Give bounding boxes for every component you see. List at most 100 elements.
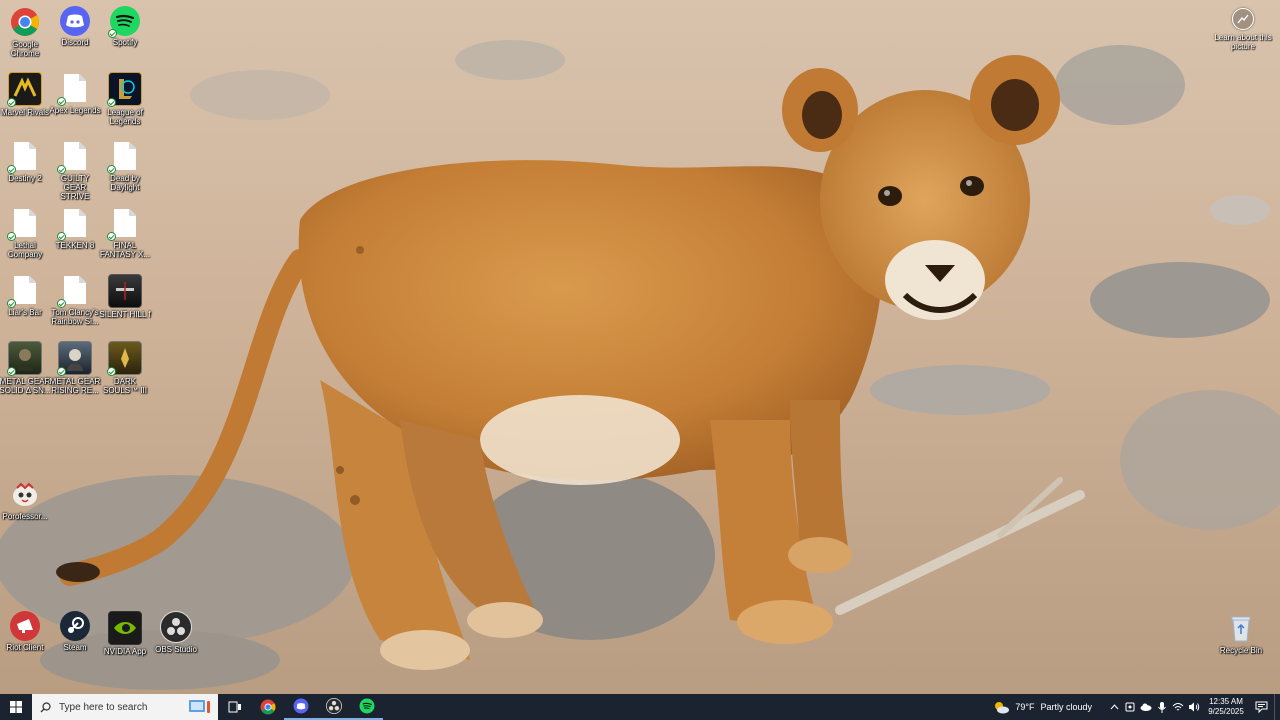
onedrive-button[interactable] xyxy=(1138,694,1154,720)
desktop-icon-label: Lethal Company xyxy=(7,241,43,259)
desktop-icon-liars-bar[interactable]: Liar's Bar xyxy=(0,274,50,317)
windows-icon xyxy=(10,701,22,713)
desktop-icon-label: DARK SOULS™ III xyxy=(102,377,147,395)
desktop-icon-silent-hill-f[interactable]: SILENT HILL f xyxy=(99,274,151,319)
show-hidden-icons-button[interactable] xyxy=(1106,694,1122,720)
desktop-icon-chrome[interactable]: Google Chrome xyxy=(0,6,50,58)
chrome-icon xyxy=(260,699,275,715)
desktop-icon-final-fantasy[interactable]: FINAL FANTASY X... xyxy=(100,207,150,259)
desktop-icon-destiny-2[interactable]: Destiny 2 xyxy=(0,140,50,183)
chrome-icon xyxy=(9,6,41,38)
nvidia-icon xyxy=(108,611,142,645)
volume-button[interactable] xyxy=(1186,694,1202,720)
taskbar-chrome[interactable] xyxy=(251,694,284,720)
system-tray: 79°F Partly cloudy 12:35 AM 9/25/2025 xyxy=(993,694,1280,720)
network-button[interactable] xyxy=(1170,694,1186,720)
search-highlight-icon xyxy=(189,700,210,713)
camera-icon xyxy=(1232,8,1254,30)
desktop-icon-label: Recycle Bin xyxy=(1219,646,1263,655)
league-of-legends-icon xyxy=(107,72,142,107)
clock-time: 12:35 AM xyxy=(1209,697,1243,706)
desktop-icon-nvidia-app[interactable]: NVIDIA App xyxy=(100,611,150,656)
desktop-icon-riot-client[interactable]: Riot Client xyxy=(0,611,50,652)
cloud-icon xyxy=(1140,703,1152,711)
spotify-icon xyxy=(359,698,374,714)
recycle-bin-icon xyxy=(1225,612,1257,644)
taskbar-discord[interactable] xyxy=(284,694,317,720)
desktop-wallpaper xyxy=(0,0,1280,694)
desktop-icon-label: Steam xyxy=(63,643,87,652)
marvel-rivals-icon xyxy=(7,72,42,107)
learn-about-picture[interactable]: Learn about this picture xyxy=(1210,8,1276,51)
desktop-icon-porofessor[interactable]: Porofessor... xyxy=(0,478,50,521)
microphone-button[interactable] xyxy=(1154,694,1170,720)
document-icon xyxy=(7,274,41,308)
spotify-icon xyxy=(108,6,140,38)
desktop-icon-label: League of Legends xyxy=(107,108,143,126)
desktop-icon-marvel-rivals[interactable]: Marvel Rivals xyxy=(0,72,50,117)
document-icon xyxy=(57,207,91,241)
desktop-icon-label: Porofessor... xyxy=(2,512,48,521)
taskbar: Type here to search 79°F Partly cloudy 1… xyxy=(0,694,1280,720)
desktop-icon-label: Spotify xyxy=(112,38,138,47)
taskbar-spotify[interactable] xyxy=(350,694,383,720)
task-view-icon xyxy=(228,701,241,713)
notification-icon xyxy=(1255,701,1267,713)
desktop-icon-spotify[interactable]: Spotify xyxy=(100,6,150,47)
dark-souls-icon xyxy=(107,341,142,376)
weather-condition: Partly cloudy xyxy=(1040,702,1092,712)
mg-rising-icon xyxy=(57,341,92,376)
taskbar-search-box[interactable]: Type here to search xyxy=(32,694,218,720)
chevron-up-icon xyxy=(1110,704,1118,710)
obs-icon xyxy=(325,698,342,714)
partly-cloudy-icon xyxy=(995,702,1010,714)
desktop-icon-label: Destiny 2 xyxy=(8,174,42,183)
discord-icon xyxy=(60,6,90,36)
desktop-icon-lethal-company[interactable]: Lethal Company xyxy=(0,207,50,259)
learn-about-label: Learn about this picture xyxy=(1214,33,1272,51)
desktop-icon-discord[interactable]: Discord xyxy=(50,6,100,47)
tray-app-button[interactable] xyxy=(1122,694,1138,720)
desktop-icon-label: FINAL FANTASY X... xyxy=(100,241,150,259)
document-icon xyxy=(107,207,141,241)
document-icon xyxy=(57,274,91,308)
taskbar-clock[interactable]: 12:35 AM 9/25/2025 xyxy=(1204,697,1248,717)
task-view-button[interactable] xyxy=(218,694,251,720)
document-icon xyxy=(7,207,41,241)
desktop-icon-dark-souls-3[interactable]: DARK SOULS™ III xyxy=(100,341,150,395)
desktop-icon-dead-by-daylight[interactable]: Dead by Daylight xyxy=(100,140,150,192)
document-icon xyxy=(107,140,141,174)
show-desktop-button[interactable] xyxy=(1274,694,1280,720)
desktop-icon-label: OBS Studio xyxy=(155,645,197,654)
desktop-icon-guilty-gear-strive[interactable]: GUILTY GEAR STRIVE xyxy=(50,140,100,201)
desktop-icon-mg-rising[interactable]: METAL GEAR RISING RE... xyxy=(50,341,100,395)
start-button[interactable] xyxy=(0,694,32,720)
desktop-icon-label: GUILTY GEAR STRIVE xyxy=(60,174,90,201)
microphone-icon xyxy=(1158,701,1166,713)
desktop-icon-obs-studio[interactable]: OBS Studio xyxy=(151,611,201,654)
desktop-icon-label: Apex Legends xyxy=(49,106,101,115)
wifi-icon xyxy=(1172,703,1184,711)
taskbar-obs[interactable] xyxy=(317,694,350,720)
desktop-icon-league-of-legends[interactable]: League of Legends xyxy=(100,72,150,126)
clock-date: 9/25/2025 xyxy=(1208,707,1244,716)
search-icon xyxy=(40,701,51,712)
document-icon xyxy=(7,140,41,174)
document-icon xyxy=(57,140,91,174)
desktop-icon-label: SILENT HILL f xyxy=(99,310,151,319)
desktop-icon-mgs-delta[interactable]: METAL GEAR SOLID Δ SN... xyxy=(0,341,51,395)
desktop-icon-tekken-8[interactable]: TEKKEN 8 xyxy=(50,207,100,250)
desktop-icon-rainbow-six[interactable]: Tom Clancy's Rainbow Si... xyxy=(50,274,100,326)
desktop-icon-steam[interactable]: Steam xyxy=(50,611,100,652)
desktop-icon-label: METAL GEAR RISING RE... xyxy=(49,377,101,395)
weather-widget[interactable]: 79°F Partly cloudy xyxy=(993,700,1092,714)
desktop-icon-label: TEKKEN 8 xyxy=(55,241,95,250)
desktop-icon-label: METAL GEAR SOLID Δ SN... xyxy=(0,377,51,395)
notifications-button[interactable] xyxy=(1248,694,1274,720)
discord-icon xyxy=(293,698,308,714)
desktop-icon-label: Google Chrome xyxy=(10,40,40,58)
desktop-icon-apex-legends[interactable]: Apex Legends xyxy=(49,72,101,115)
desktop-icon-label: NVIDIA App xyxy=(103,647,147,656)
desktop-icon-label: Marvel Rivals xyxy=(0,108,49,117)
desktop-icon-recycle-bin[interactable]: Recycle Bin xyxy=(1216,612,1266,655)
